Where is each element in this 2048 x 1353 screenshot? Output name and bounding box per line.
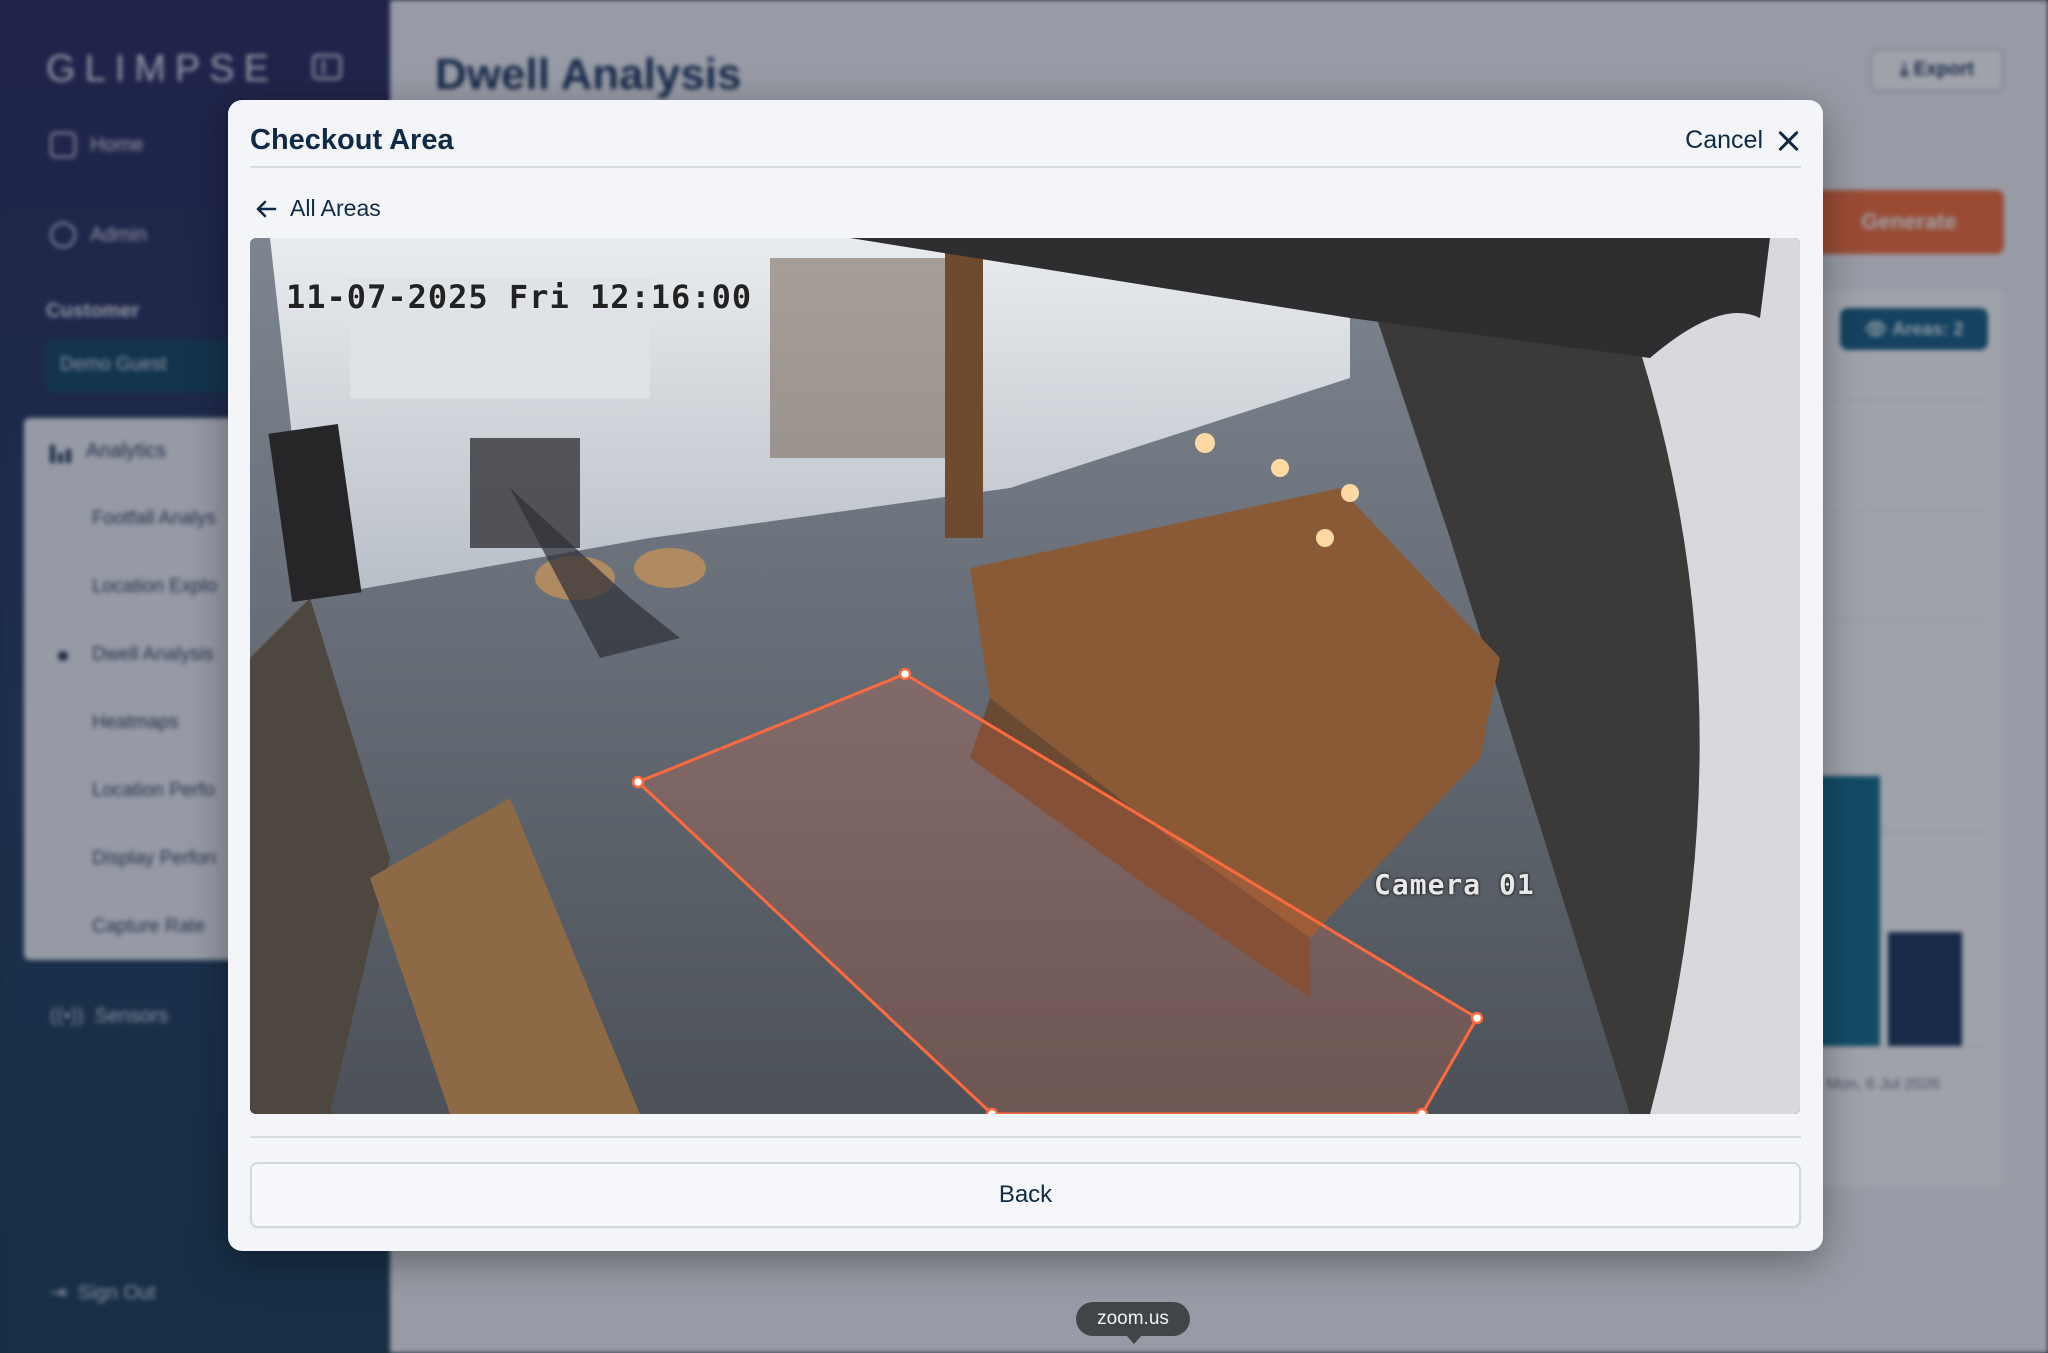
camera-timestamp: 11-07-2025 Fri 12:16:00	[286, 278, 753, 316]
cancel-button[interactable]: Cancel	[1685, 126, 1799, 155]
all-areas-link[interactable]: All Areas	[254, 195, 381, 222]
footer-divider	[250, 1136, 1801, 1138]
area-modal: Checkout Area Cancel All Areas 11-07-202…	[228, 100, 1823, 1251]
arrow-left-icon	[256, 200, 277, 217]
cancel-label: Cancel	[1685, 126, 1763, 154]
header-divider	[250, 166, 1801, 168]
camera-image	[250, 238, 1800, 1114]
modal-title: Checkout Area	[250, 124, 454, 156]
camera-label: Camera 01	[1374, 868, 1535, 901]
zoom-tooltip: zoom.us	[1076, 1302, 1190, 1344]
all-areas-label: All Areas	[290, 195, 381, 221]
camera-frame[interactable]: 11-07-2025 Fri 12:16:00 Camera 01	[250, 238, 1800, 1114]
back-button[interactable]: Back	[250, 1162, 1801, 1228]
close-icon	[1777, 130, 1799, 152]
